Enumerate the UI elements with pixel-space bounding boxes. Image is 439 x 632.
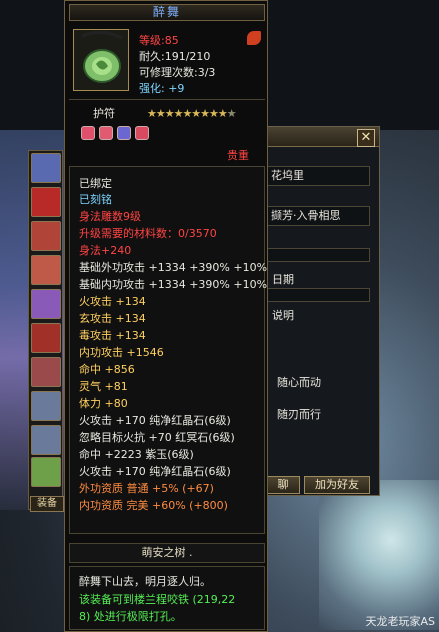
desc-label: 说明: [272, 309, 294, 322]
flame-icon: [247, 31, 261, 45]
item-durability: 耐久:191/210: [139, 50, 211, 63]
equip-slot-amulet[interactable]: [31, 457, 61, 487]
attr-line: 已绑定: [79, 177, 112, 190]
desc-text-1: 随心而动: [277, 376, 321, 389]
equip-tab[interactable]: 装备: [30, 496, 64, 512]
attr-line: 命中 +856: [79, 363, 135, 376]
item-icon: [73, 29, 129, 91]
close-button[interactable]: ✕: [357, 129, 375, 147]
attr-line: 身法+240: [79, 244, 132, 257]
gem-icon: [81, 126, 95, 140]
date-label: 日期: [272, 273, 294, 286]
star-rating: ★★★★★★★★★★: [147, 107, 237, 120]
equipment-slot-bar: [28, 150, 63, 510]
item-repairs: 可修理次数:3/3: [139, 66, 216, 79]
item-name: 醉舞: [69, 4, 265, 21]
attr-line: 升级需要的材料数：0/3570: [79, 227, 217, 240]
item-type: 护符: [93, 107, 115, 120]
amulet-icon: [81, 31, 123, 83]
title-field[interactable]: 撷芳·入骨相思: [266, 206, 370, 226]
attr-line: 基础外功攻击 +1334 +390% +10%: [79, 261, 268, 274]
attr-line: 体力 +80: [79, 397, 128, 410]
attribute-list: 已绑定 已刻铭 身法雕数9级 升级需要的材料数：0/3570 身法+240 基础…: [69, 166, 268, 534]
name-field[interactable]: 花坞里: [266, 166, 370, 186]
gem-icon: [135, 126, 149, 140]
hint-text: 该装备可到楼兰程咬铁 (219,22: [79, 593, 236, 606]
gem-icon: [117, 126, 131, 140]
attr-line: 忽略目标火抗 +70 红冥石(6级): [79, 431, 235, 444]
equip-slot-hat[interactable]: [31, 187, 61, 217]
add-friend-button[interactable]: 加为好友: [304, 476, 370, 494]
equip-slot-wings[interactable]: [31, 153, 61, 183]
attr-line: 身法雕数9级: [79, 210, 141, 223]
flavor-text: 醉舞下山去，明月逐人归。: [79, 575, 211, 588]
equip-slot-ring2[interactable]: [31, 425, 61, 455]
equip-slot-glove[interactable]: [31, 255, 61, 285]
attr-line: 外功资质 普通 +5% (+67): [79, 482, 214, 495]
empty-field[interactable]: [266, 248, 370, 262]
attr-line: 火攻击 +170 纯净红晶石(6级): [79, 414, 231, 427]
flavor-box: 醉舞下山去，明月逐人归。 该装备可到楼兰程咬铁 (219,22 8) 处进行极限…: [69, 566, 265, 630]
attr-line: 火攻击 +134: [79, 295, 146, 308]
attr-line: 已刻铭: [79, 193, 112, 206]
attr-line: 内功资质 完美 +60% (+800): [79, 499, 228, 512]
date-field[interactable]: [266, 288, 370, 302]
set-name: 萌安之树 .: [69, 543, 265, 563]
equip-slot-armor[interactable]: [31, 289, 61, 319]
attr-line: 毒攻击 +134: [79, 329, 146, 342]
rarity-label: 贵重: [227, 149, 249, 162]
attr-line: 基础内功攻击 +1334 +390% +10%: [79, 278, 268, 291]
equip-slot-boots[interactable]: [31, 357, 61, 387]
attr-line: 玄攻击 +134: [79, 312, 146, 325]
equip-slot-belt[interactable]: [31, 323, 61, 353]
item-tooltip: 醉舞 等级:85 耐久:191/210 可修理次数:3/3 强化: +9 护符 …: [64, 0, 268, 632]
item-level: 等级:85: [139, 34, 179, 47]
divider: [69, 99, 265, 100]
item-enhance: 强化: +9: [139, 82, 185, 95]
equip-slot-bracer[interactable]: [31, 221, 61, 251]
attr-line: 内功攻击 +1546: [79, 346, 164, 359]
gem-icon: [99, 126, 113, 140]
attr-line: 命中 +2223 紫玉(6级): [79, 448, 194, 461]
scene-background-right: [319, 480, 439, 630]
attr-line: 灵气 +81: [79, 380, 128, 393]
desc-text-2: 随刃而行: [277, 408, 321, 421]
watermark: 天龙老玩家AS: [365, 615, 435, 628]
hint-text: 8) 处进行极限打孔。: [79, 610, 182, 623]
attr-line: 火攻击 +170 纯净红晶石(6级): [79, 465, 231, 478]
equip-slot-ring1[interactable]: [31, 391, 61, 421]
chat-button[interactable]: 聊: [266, 476, 300, 494]
